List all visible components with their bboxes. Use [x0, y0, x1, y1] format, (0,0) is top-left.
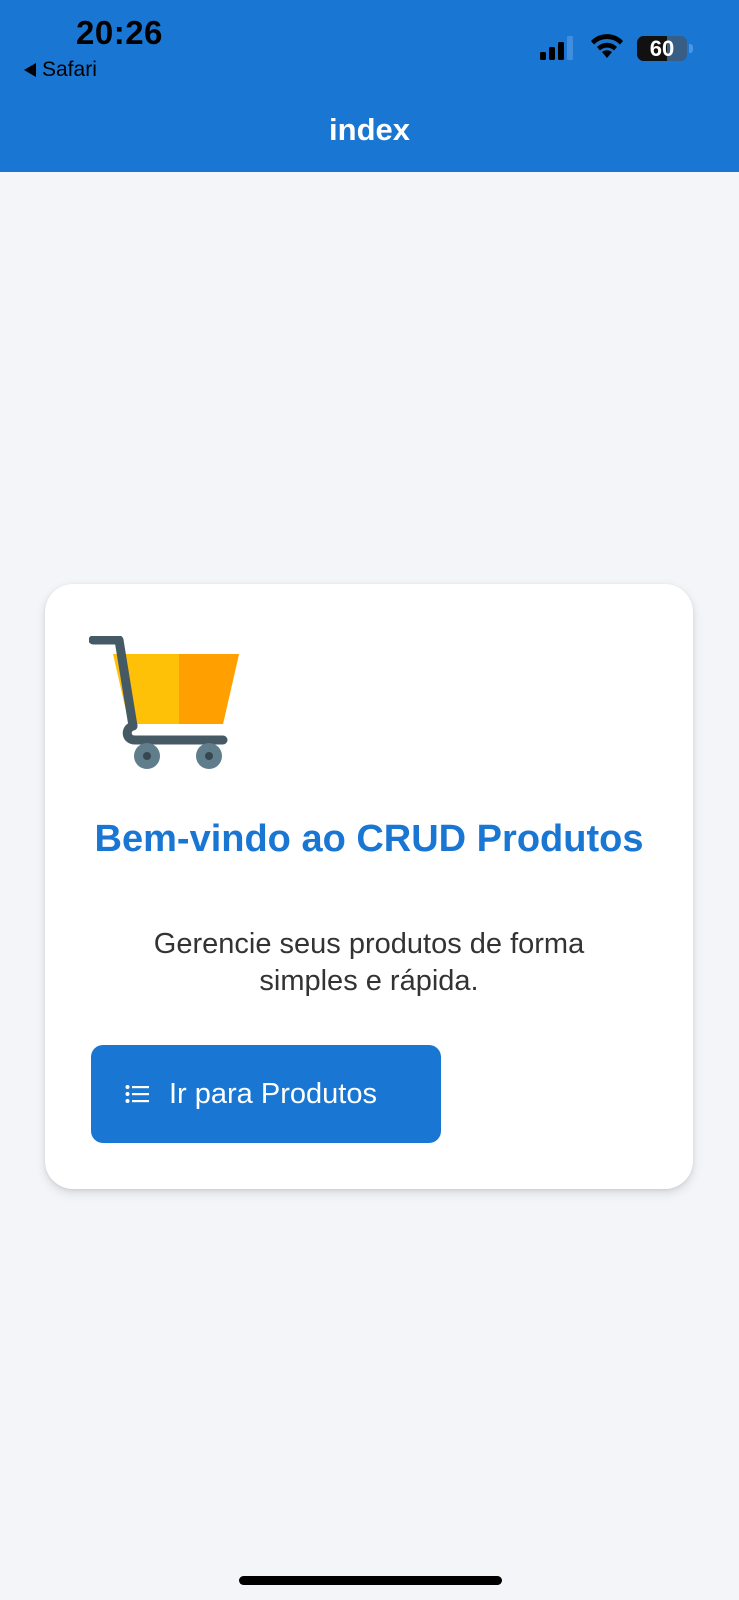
welcome-subtitle: Gerencie seus produtos de forma simples …: [153, 928, 585, 997]
shopping-cart-icon: [89, 636, 239, 769]
battery-level: 60: [649, 36, 675, 61]
cellular-signal-icon: [540, 36, 573, 60]
battery-tip: [689, 44, 693, 53]
welcome-title: Bem-vindo ao CRUD Produtos: [94, 818, 644, 860]
app-header: 20:26 Safari 60 index: [0, 0, 739, 172]
back-to-safari-link[interactable]: Safari: [24, 58, 97, 82]
go-to-products-label: Ir para Produtos: [169, 1077, 377, 1110]
status-time: 20:26: [76, 14, 163, 51]
welcome-card: Bem-vindo ao CRUD Produtos Gerencie seus…: [45, 584, 693, 1189]
list-icon: [125, 1085, 149, 1103]
wifi-icon: [591, 34, 623, 58]
back-arrow-icon: [24, 63, 36, 77]
back-app-label: Safari: [42, 58, 97, 81]
home-indicator[interactable]: [239, 1576, 502, 1585]
go-to-products-button[interactable]: Ir para Produtos: [91, 1045, 441, 1143]
page-title: index: [329, 112, 410, 147]
battery-icon: 60: [637, 36, 687, 61]
